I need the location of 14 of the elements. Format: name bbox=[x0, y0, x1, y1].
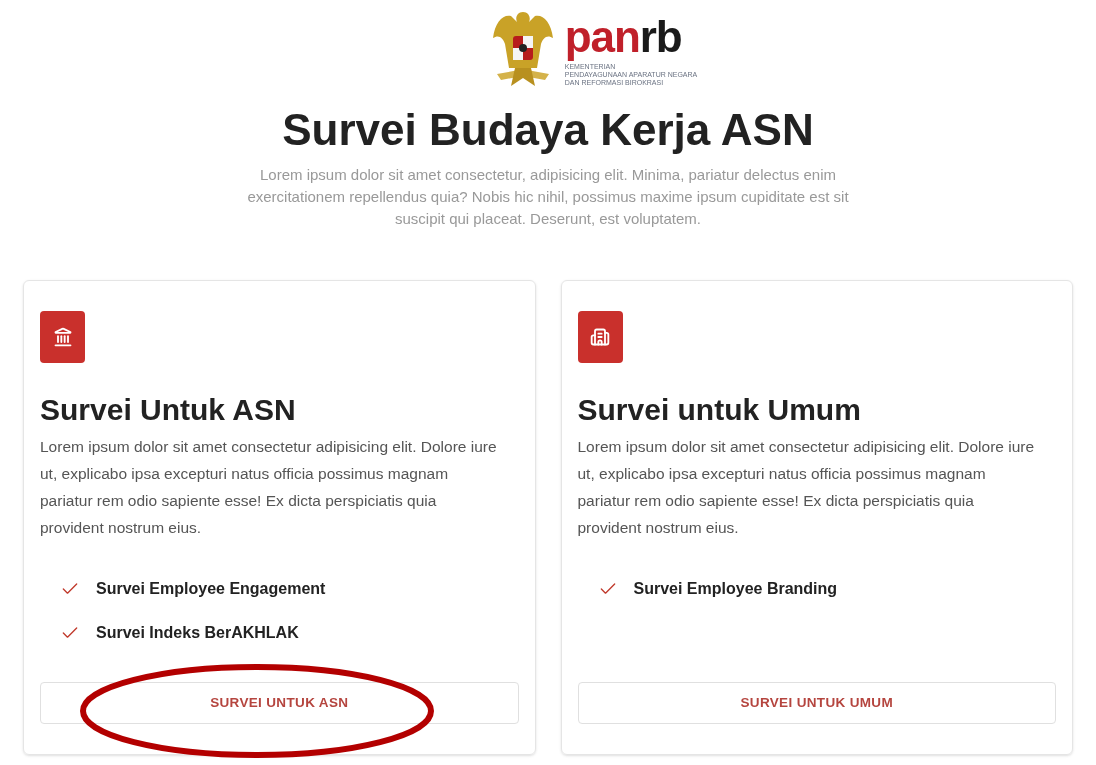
page-title: Survei Budaya Kerja ASN bbox=[282, 104, 814, 156]
card-description: Lorem ipsum dolor sit amet consectetur adipisicing elit. Dolore iure ut, explicabo ipsa excepturi natus officia possimus magnam pariatur rem odio sapiente esse! Ex dicta perspiciatis quia provident nostrum eius. bbox=[577, 437, 1036, 538]
landmark-icon bbox=[40, 311, 85, 363]
feature-item: Survei Employee Engagement bbox=[96, 579, 326, 599]
intro-paragraph: Lorem ipsum dolor sit amet consectetur, adipisicing elit. Minima, pariatur delectus enim exercitationem repellendus quia? Nobis hic nihil, possimus maxime ipsum cupiditate est sit suscipit qui placeat. Deserunt, est voluptatem. bbox=[246, 165, 850, 229]
feature-item: Survei Indeks BerAKHLAK bbox=[96, 623, 299, 643]
survey-button[interactable]: SURVEI UNTUK UMUM bbox=[577, 682, 1056, 724]
card-description: Lorem ipsum dolor sit amet consectetur adipisicing elit. Dolore iure ut, explicabo ipsa excepturi natus officia possimus magnam pariatur rem odio sapiente esse! Ex dicta perspiciatis quia provident nostrum eius. bbox=[40, 437, 498, 538]
survey-button[interactable]: SURVEI UNTUK ASN bbox=[40, 682, 519, 724]
feature-item: Survei Employee Branding bbox=[633, 579, 838, 599]
panrb-wordmark: panrb bbox=[564, 11, 698, 63]
card-heading: Survei Untuk ASN bbox=[40, 392, 297, 428]
card-heading: Survei untuk Umum bbox=[577, 392, 862, 428]
building-icon bbox=[577, 311, 623, 363]
